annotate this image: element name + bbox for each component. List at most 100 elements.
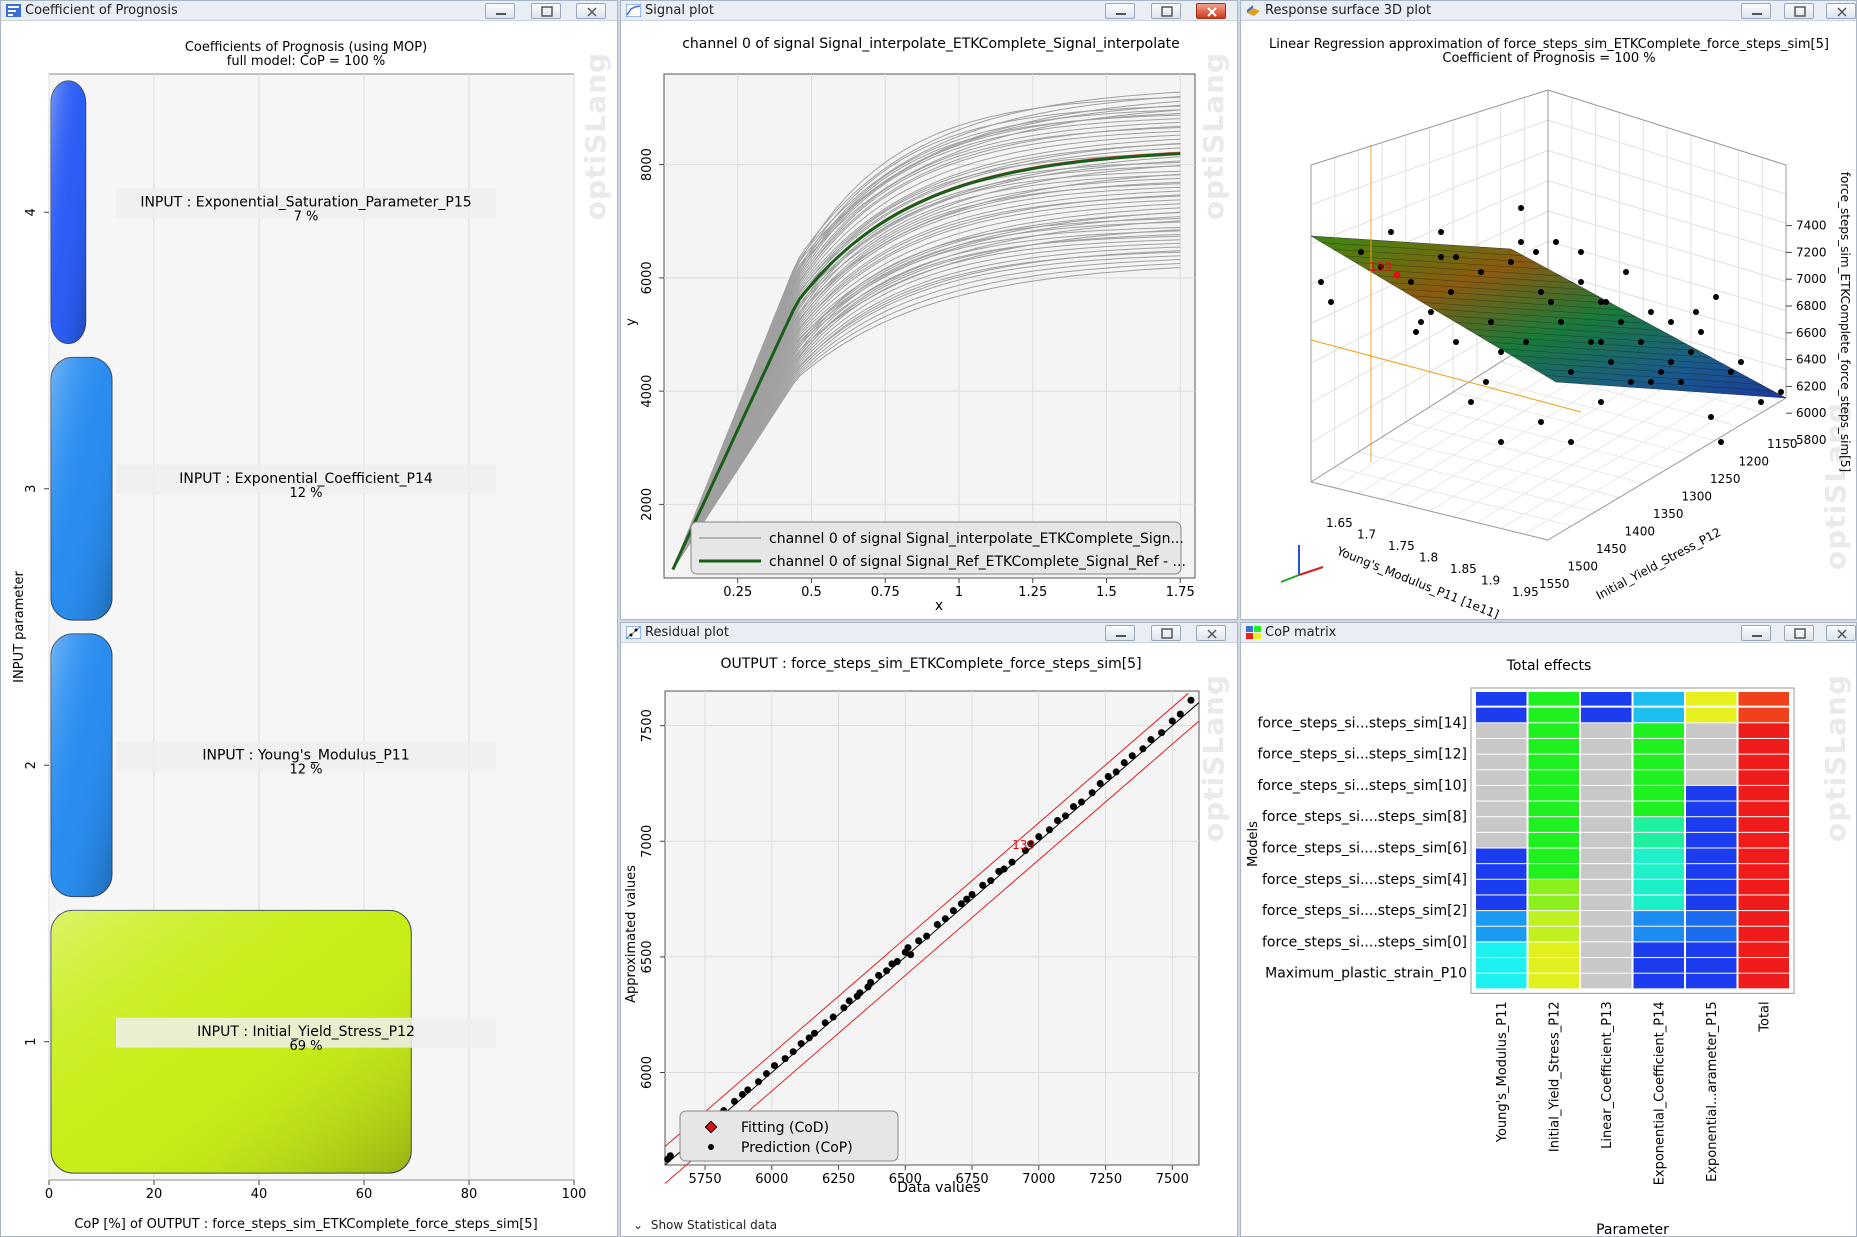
matrix-cell [1633, 692, 1684, 706]
matrix-cell [1738, 864, 1789, 879]
matrix-cell [1581, 707, 1632, 723]
y-axis-label: Approximated values [624, 865, 639, 1003]
minimize-button[interactable] [485, 3, 515, 19]
y-tick-label: 1400 [1625, 525, 1656, 539]
maximize-button[interactable] [1151, 625, 1181, 641]
signal-window-title: Signal plot [645, 3, 714, 18]
residual-point [915, 937, 923, 945]
rs3d-titlebar[interactable]: Response surface 3D plot [1241, 1, 1856, 21]
close-button[interactable] [1826, 3, 1856, 19]
cop-window-title: Coefficient of Prognosis [25, 3, 178, 18]
minimize-button[interactable] [1741, 625, 1771, 641]
chart-title: Linear Regression approximation of force… [1269, 37, 1829, 52]
residual-point [1053, 816, 1061, 824]
matrix-cell [1686, 817, 1737, 832]
column-label: Exponential_Coefficient_P14 [1653, 1001, 1668, 1185]
x-tick-label: 1.8 [1419, 551, 1438, 565]
signal-plot-icon [626, 4, 641, 17]
sample-point [1628, 379, 1634, 385]
matrix-cell [1476, 692, 1527, 706]
matrix-cell [1633, 942, 1684, 958]
residual-point [1128, 752, 1136, 760]
signal-titlebar[interactable]: Signal plot [621, 1, 1237, 21]
residual-plot-icon [626, 626, 641, 639]
y-tick-label: 7000 [640, 825, 655, 858]
x-tick-label: 0 [45, 1187, 53, 1202]
matrix-cell [1686, 738, 1737, 754]
x-tick-label: 0.25 [723, 585, 752, 600]
sample-point [1618, 319, 1624, 325]
close-button[interactable] [1826, 625, 1856, 641]
maximize-button[interactable] [1151, 3, 1181, 19]
maximize-button[interactable] [531, 3, 561, 19]
residual-point [904, 944, 912, 952]
residual-point [1008, 858, 1016, 866]
sample-point [1408, 279, 1414, 285]
matrix-cell [1581, 832, 1632, 848]
y-tick-label: 1200 [1739, 455, 1770, 469]
show-statistical-data-toggle[interactable]: ⌄ Show Statistical data [633, 1218, 777, 1232]
minimize-button[interactable] [1741, 3, 1771, 19]
copmatrix-titlebar[interactable]: CoP matrix [1241, 623, 1856, 643]
y-tick-label: 1300 [1682, 490, 1713, 504]
close-button[interactable] [1196, 3, 1226, 19]
minimize-button[interactable] [1105, 3, 1135, 19]
z-tick-label: 6800 [1796, 299, 1827, 313]
residual-point [1104, 773, 1112, 781]
close-button[interactable] [576, 3, 606, 19]
sample-point [1523, 339, 1529, 345]
matrix-cell [1581, 770, 1632, 785]
close-button[interactable] [1196, 625, 1226, 641]
sample-point [1548, 299, 1554, 305]
matrix-cell [1581, 958, 1632, 973]
matrix-cell [1686, 801, 1737, 817]
sample-point [1518, 205, 1524, 211]
residual-point [821, 1019, 829, 1027]
matrix-cell [1476, 785, 1527, 801]
matrix-cell [1528, 692, 1579, 706]
resid-titlebar[interactable]: Residual plot [621, 623, 1237, 643]
z-tick-label: 5800 [1796, 433, 1827, 447]
matrix-cell [1528, 832, 1579, 848]
y-tick-label: 4 [24, 208, 39, 216]
matrix-cell [1633, 879, 1684, 895]
x-tick-label: 40 [251, 1187, 268, 1202]
z-tick-label: 6600 [1796, 326, 1827, 340]
x-tick-label: 60 [356, 1187, 373, 1202]
matrix-cell [1476, 926, 1527, 942]
resid-content: optiSLang OUTPUT : force_steps_sim_ETKCo… [621, 644, 1237, 1236]
highlight-point-label: 139 [1369, 260, 1392, 274]
matrix-cell [1686, 848, 1737, 864]
residual-point [1176, 710, 1184, 718]
matrix-cell [1633, 911, 1684, 926]
sample-point [1438, 229, 1444, 235]
sample-point [1453, 254, 1459, 260]
maximize-button[interactable] [1784, 3, 1814, 19]
chart-subtitle: full model: CoP = 100 % [227, 54, 386, 69]
x-tick-label: 1.85 [1450, 562, 1477, 576]
sample-point [1578, 279, 1584, 285]
residual-point [744, 1086, 752, 1094]
residual-point [1112, 768, 1120, 776]
chart-title: OUTPUT : force_steps_sim_ETKComplete_for… [720, 656, 1141, 672]
matrix-cell [1633, 723, 1684, 738]
residual-point [1070, 803, 1078, 811]
matrix-cell [1476, 754, 1527, 770]
bar-value: 69 % [289, 1039, 322, 1054]
x-tick-label: 1.65 [1326, 516, 1353, 530]
y-tick-label: 1150 [1767, 437, 1798, 451]
sample-point [1553, 239, 1559, 245]
legend-entry-reference: channel 0 of signal Signal_Ref_ETKComple… [769, 554, 1186, 570]
maximize-button[interactable] [1784, 625, 1814, 641]
chart-title: Coefficients of Prognosis (using MOP) [185, 40, 427, 55]
matrix-cell [1633, 895, 1684, 911]
matrix-cell [1633, 801, 1684, 817]
residual-point [963, 895, 971, 903]
cop-titlebar[interactable]: Coefficient of Prognosis [1, 1, 617, 21]
signal-window: Signal plot optiSLang channel 0 of signa… [620, 0, 1238, 620]
residual-point [1120, 759, 1128, 767]
z-tick-label: 7400 [1796, 219, 1827, 233]
residual-point [979, 881, 987, 889]
minimize-button[interactable] [1105, 625, 1135, 641]
matrix-cell [1528, 707, 1579, 723]
